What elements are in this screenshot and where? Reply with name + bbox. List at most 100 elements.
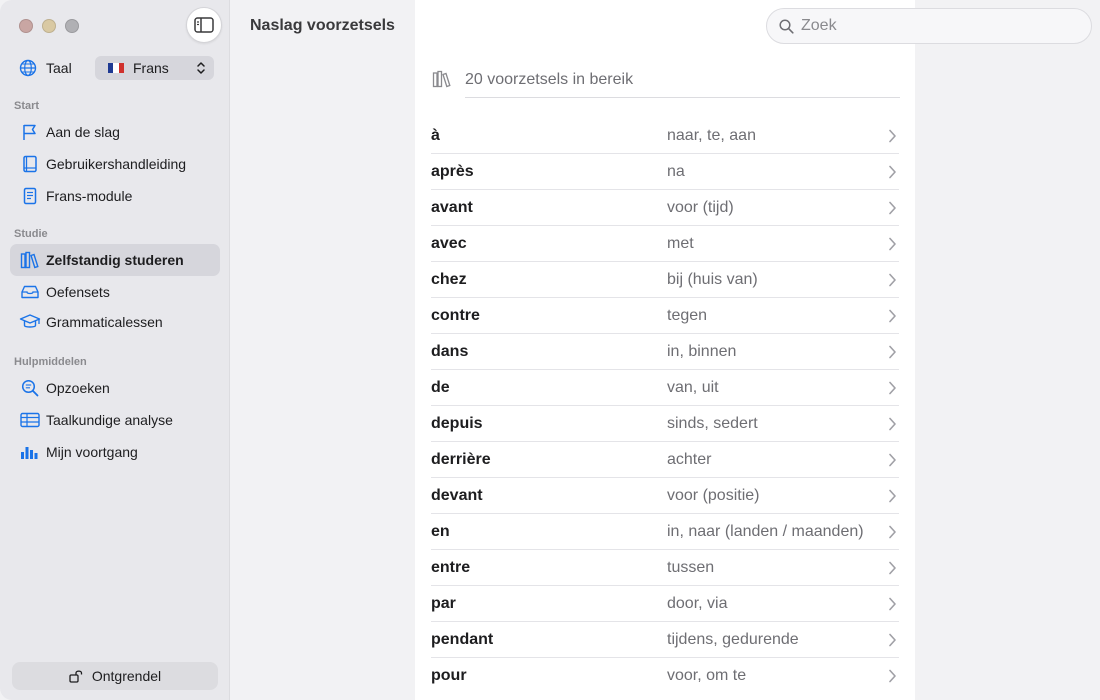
- list-item[interactable]: après na: [431, 154, 899, 190]
- chevron-right-icon: [889, 489, 896, 503]
- up-down-chevron-icon: [197, 62, 205, 74]
- section-title-start: Start: [14, 100, 40, 112]
- preposition-term: en: [431, 522, 450, 540]
- french-flag-icon: [108, 63, 124, 73]
- list-item[interactable]: contre tegen: [431, 298, 899, 334]
- preposition-translation: met: [667, 234, 694, 252]
- preposition-term: à: [431, 126, 440, 144]
- sidebar-item-label: Taalkundige analyse: [46, 412, 173, 428]
- list-item[interactable]: à naar, te, aan: [431, 118, 899, 154]
- sidebar-toggle-button[interactable]: [186, 7, 222, 43]
- sidebar-item-label: Frans-module: [46, 188, 133, 204]
- sidebar-item-oefensets[interactable]: Oefensets: [10, 276, 220, 308]
- chevron-right-icon: [889, 417, 896, 431]
- chevron-right-icon: [889, 129, 896, 143]
- sidebar: Taal Frans Start Aan de slag Gebruikersh…: [0, 0, 230, 700]
- preposition-list: à naar, te, aan après na avant voor (tijd) ave…: [431, 118, 899, 694]
- sidebar-item-grammaticalessen[interactable]: Grammaticalessen: [10, 306, 220, 338]
- range-summary: 20 voorzetsels in bereik: [432, 68, 900, 98]
- close-window-button[interactable]: [19, 19, 33, 33]
- list-item[interactable]: derrière achter: [431, 442, 899, 478]
- tray-icon: [21, 285, 39, 299]
- preposition-translation: sinds, sedert: [667, 414, 758, 432]
- sidebar-item-label: Mijn voortgang: [46, 444, 138, 460]
- language-row: Taal Frans: [19, 56, 215, 80]
- maximize-window-button[interactable]: [65, 19, 79, 33]
- list-item[interactable]: devant voor (positie): [431, 478, 899, 514]
- list-item[interactable]: pour voor, om te: [431, 658, 899, 694]
- preposition-translation: voor (positie): [667, 486, 760, 504]
- section-title-hulpmiddelen: Hulpmiddelen: [14, 356, 87, 368]
- chevron-right-icon: [889, 597, 896, 611]
- preposition-translation: naar, te, aan: [667, 126, 756, 144]
- chevron-right-icon: [889, 669, 896, 683]
- chevron-right-icon: [889, 525, 896, 539]
- preposition-translation: in, binnen: [667, 342, 737, 360]
- language-select-value: Frans: [133, 60, 169, 76]
- list-item[interactable]: entre tussen: [431, 550, 899, 586]
- chevron-right-icon: [889, 633, 896, 647]
- sidebar-item-label: Zelfstandig studeren: [46, 252, 184, 268]
- language-select[interactable]: Frans: [95, 56, 214, 80]
- preposition-term: pendant: [431, 630, 494, 648]
- preposition-term: après: [431, 162, 474, 180]
- empty-detail-area: [915, 0, 1100, 700]
- sidebar-item-label: Aan de slag: [46, 124, 120, 140]
- section-title-studie: Studie: [14, 228, 48, 240]
- sidebar-item-label: Oefensets: [46, 284, 110, 300]
- chevron-right-icon: [889, 453, 896, 467]
- globe-icon: [19, 59, 37, 77]
- preposition-term: entre: [431, 558, 471, 576]
- preposition-translation: na: [667, 162, 685, 180]
- sidebar-item-opzoeken[interactable]: Opzoeken: [10, 372, 220, 404]
- app-window: Taal Frans Start Aan de slag Gebruikersh…: [0, 0, 1100, 700]
- sidebar-item-mijn-voortgang[interactable]: Mijn voortgang: [10, 436, 220, 468]
- table-icon: [20, 412, 40, 428]
- sidebar-item-aan-de-slag[interactable]: Aan de slag: [10, 116, 220, 148]
- list-item[interactable]: chez bij (huis van): [431, 262, 899, 298]
- search-icon: [779, 18, 794, 34]
- preposition-term: avec: [431, 234, 467, 252]
- sidebar-item-zelfstandig-studeren[interactable]: Zelfstandig studeren: [10, 244, 220, 276]
- list-item[interactable]: de van, uit: [431, 370, 899, 406]
- list-item[interactable]: pendant tijdens, gedurende: [431, 622, 899, 658]
- list-item[interactable]: dans in, binnen: [431, 334, 899, 370]
- search-input[interactable]: [801, 17, 1071, 35]
- books-icon: [20, 251, 39, 269]
- preposition-translation: door, via: [667, 594, 728, 612]
- range-count-text: 20 voorzetsels in bereik: [465, 68, 900, 98]
- sidebar-item-gebruikershandleiding[interactable]: Gebruikershandleiding: [10, 148, 220, 180]
- preposition-reference-panel: 20 voorzetsels in bereik à naar, te, aan a…: [415, 0, 915, 700]
- chevron-right-icon: [889, 381, 896, 395]
- preposition-term: avant: [431, 198, 473, 216]
- list-item[interactable]: par door, via: [431, 586, 899, 622]
- books-icon: [432, 70, 451, 88]
- preposition-translation: bij (huis van): [667, 270, 758, 288]
- list-item[interactable]: avec met: [431, 226, 899, 262]
- sidebar-item-label: Opzoeken: [46, 380, 110, 396]
- list-item[interactable]: depuis sinds, sedert: [431, 406, 899, 442]
- chevron-right-icon: [889, 273, 896, 287]
- magnifier-text-icon: [21, 379, 39, 397]
- preposition-translation: van, uit: [667, 378, 719, 396]
- search-field[interactable]: [766, 8, 1092, 44]
- preposition-term: par: [431, 594, 456, 612]
- preposition-term: dans: [431, 342, 469, 360]
- preposition-term: pour: [431, 667, 467, 684]
- unlock-button[interactable]: Ontgrendel: [12, 662, 218, 690]
- preposition-term: de: [431, 378, 450, 396]
- minimize-window-button[interactable]: [42, 19, 56, 33]
- preposition-term: contre: [431, 306, 480, 324]
- preposition-term: derrière: [431, 450, 491, 468]
- flag-icon: [23, 124, 36, 140]
- preposition-translation: voor, om te: [667, 667, 747, 684]
- document-icon: [23, 187, 37, 205]
- window-controls: [19, 19, 79, 33]
- preposition-translation: tegen: [667, 306, 708, 324]
- list-item[interactable]: en in, naar (landen / maanden): [431, 514, 899, 550]
- preposition-translation: voor (tijd): [667, 198, 734, 216]
- list-item[interactable]: avant voor (tijd): [431, 190, 899, 226]
- language-label: Taal: [46, 60, 72, 76]
- sidebar-item-taalkundige-analyse[interactable]: Taalkundige analyse: [10, 404, 220, 436]
- sidebar-item-frans-module[interactable]: Frans-module: [10, 180, 220, 212]
